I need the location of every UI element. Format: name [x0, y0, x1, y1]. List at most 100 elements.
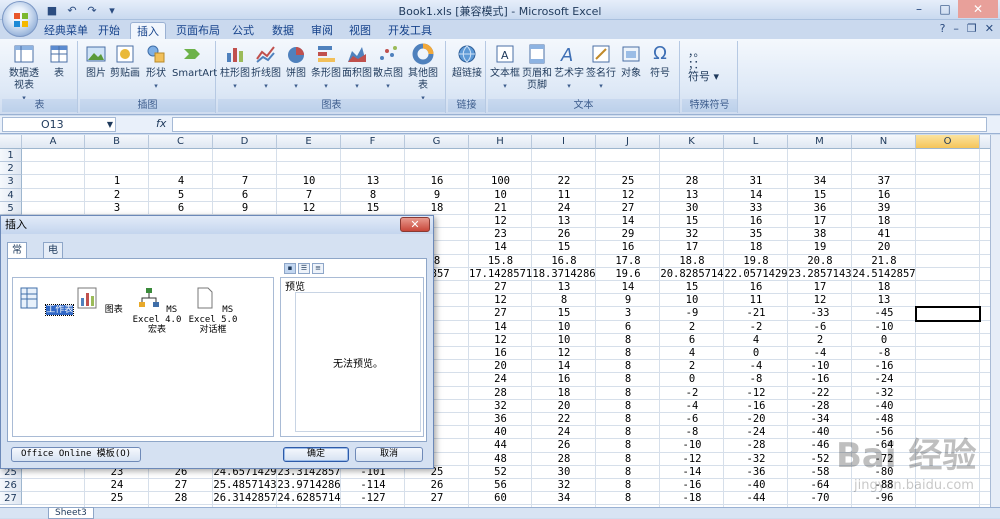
cell-b5[interactable]: 3 — [85, 202, 149, 215]
cell-k27[interactable]: -18 — [660, 492, 724, 505]
cell-j11[interactable]: 14 — [596, 281, 660, 294]
cell-m7[interactable]: 38 — [788, 228, 852, 241]
cell-m5[interactable]: 36 — [788, 202, 852, 215]
cell-h26[interactable]: 56 — [469, 479, 532, 492]
cell-m14[interactable]: -6 — [788, 321, 852, 334]
cell-i5[interactable]: 24 — [532, 202, 596, 215]
cell-h4[interactable]: 10 — [469, 189, 532, 202]
ribbon-minimize-icon[interactable]: – — [953, 22, 959, 35]
cell-m11[interactable]: 17 — [788, 281, 852, 294]
tab-developer[interactable]: 开发工具 — [382, 22, 438, 40]
cell-l24[interactable]: -32 — [724, 453, 788, 466]
cell-j24[interactable]: 8 — [596, 453, 660, 466]
scatter-chart-button[interactable]: 散点图 ▾ — [373, 43, 403, 92]
cell-l9[interactable]: 19.8 — [724, 255, 788, 268]
cell-j22[interactable]: 8 — [596, 426, 660, 439]
row-header-2[interactable]: 2 — [0, 162, 22, 176]
cell-b3[interactable]: 1 — [85, 175, 149, 188]
sheet-tab-sheet3[interactable]: Sheet3 — [48, 507, 94, 519]
cell-l13[interactable]: -21 — [724, 307, 788, 320]
row-header-26[interactable]: 26 — [0, 479, 22, 493]
row-header-27[interactable]: 27 — [0, 492, 22, 506]
cell-l22[interactable]: -24 — [724, 426, 788, 439]
header-footer-button[interactable]: 页眉和页脚 — [522, 43, 552, 92]
clipart-button[interactable]: 剪贴画 — [110, 43, 140, 80]
cell-i22[interactable]: 24 — [532, 426, 596, 439]
cell-l17[interactable]: -4 — [724, 360, 788, 373]
cell-n19[interactable]: -32 — [852, 387, 916, 400]
cell-k10[interactable]: 20.8285714 — [660, 268, 724, 281]
office-button[interactable] — [2, 1, 38, 37]
cell-k23[interactable]: -10 — [660, 439, 724, 452]
cell-j14[interactable]: 6 — [596, 321, 660, 334]
dialog-close-icon[interactable]: ✕ — [400, 217, 430, 232]
row-header-3[interactable]: 3 — [0, 175, 22, 189]
cell-n6[interactable]: 18 — [852, 215, 916, 228]
cell-l23[interactable]: -28 — [724, 439, 788, 452]
cell-h12[interactable]: 12 — [469, 294, 532, 307]
cell-d26[interactable]: 25.4857143 — [213, 479, 277, 492]
cell-f5[interactable]: 15 — [341, 202, 405, 215]
cell-h7[interactable]: 23 — [469, 228, 532, 241]
cell-n16[interactable]: -8 — [852, 347, 916, 360]
cell-k9[interactable]: 18.8 — [660, 255, 724, 268]
cell-e27[interactable]: 24.6285714 — [277, 492, 341, 505]
cell-m16[interactable]: -4 — [788, 347, 852, 360]
cell-k14[interactable]: 2 — [660, 321, 724, 334]
cell-n14[interactable]: -10 — [852, 321, 916, 334]
cell-l21[interactable]: -20 — [724, 413, 788, 426]
name-box[interactable]: O13 ▼ — [2, 117, 116, 132]
cell-e26[interactable]: 23.9714286 — [277, 479, 341, 492]
cell-n10[interactable]: 24.5142857 — [852, 268, 916, 281]
cell-j10[interactable]: 19.6 — [596, 268, 660, 281]
tab-data[interactable]: 数据 — [266, 22, 300, 40]
cell-k13[interactable]: -9 — [660, 307, 724, 320]
cell-i4[interactable]: 11 — [532, 189, 596, 202]
wordart-button[interactable]: A 艺术字 ▾ — [554, 43, 584, 92]
cell-i24[interactable]: 28 — [532, 453, 596, 466]
cell-h20[interactable]: 32 — [469, 400, 532, 413]
cell-l12[interactable]: 11 — [724, 294, 788, 307]
cell-i12[interactable]: 8 — [532, 294, 596, 307]
cell-h14[interactable]: 14 — [469, 321, 532, 334]
cell-d27[interactable]: 26.3142857 — [213, 492, 277, 505]
ribbon-close-icon[interactable]: ✕ — [985, 22, 994, 35]
column-header-n[interactable]: N — [852, 135, 916, 149]
cell-l27[interactable]: -44 — [724, 492, 788, 505]
cell-c5[interactable]: 6 — [149, 202, 213, 215]
tab-classic-menu[interactable]: 经典菜单 — [38, 22, 94, 40]
column-chart-button[interactable]: 柱形图 ▾ — [220, 43, 250, 92]
cell-m27[interactable]: -70 — [788, 492, 852, 505]
cell-c26[interactable]: 27 — [149, 479, 213, 492]
cell-m4[interactable]: 15 — [788, 189, 852, 202]
cell-n9[interactable]: 21.8 — [852, 255, 916, 268]
cell-g5[interactable]: 18 — [405, 202, 469, 215]
select-all-corner[interactable] — [0, 135, 22, 149]
line-chart-button[interactable]: 折线图 ▾ — [251, 43, 281, 92]
column-header-d[interactable]: D — [213, 135, 277, 149]
cell-j27[interactable]: 8 — [596, 492, 660, 505]
object-button[interactable]: 对象 — [618, 43, 644, 80]
textbox-button[interactable]: A 文本框 ▾ — [490, 43, 520, 92]
cell-g26[interactable]: 26 — [405, 479, 469, 492]
cell-i7[interactable]: 26 — [532, 228, 596, 241]
large-icons-view-icon[interactable]: ▪ — [284, 263, 296, 274]
smartart-button[interactable]: SmartArt — [172, 43, 217, 80]
cell-m19[interactable]: -22 — [788, 387, 852, 400]
cell-j12[interactable]: 9 — [596, 294, 660, 307]
column-header-p[interactable]: P — [980, 135, 990, 149]
column-header-h[interactable]: H — [469, 135, 532, 149]
cancel-button[interactable]: 取消 — [355, 447, 423, 462]
tab-page-layout[interactable]: 页面布局 — [170, 22, 226, 40]
cell-k8[interactable]: 17 — [660, 241, 724, 254]
column-header-i[interactable]: I — [532, 135, 596, 149]
cell-j18[interactable]: 8 — [596, 373, 660, 386]
cell-j7[interactable]: 29 — [596, 228, 660, 241]
cell-i13[interactable]: 15 — [532, 307, 596, 320]
cell-e5[interactable]: 12 — [277, 202, 341, 215]
cell-d4[interactable]: 6 — [213, 189, 277, 202]
cell-n7[interactable]: 41 — [852, 228, 916, 241]
cell-h19[interactable]: 28 — [469, 387, 532, 400]
cell-l10[interactable]: 22.0571429 — [724, 268, 788, 281]
cell-g3[interactable]: 16 — [405, 175, 469, 188]
